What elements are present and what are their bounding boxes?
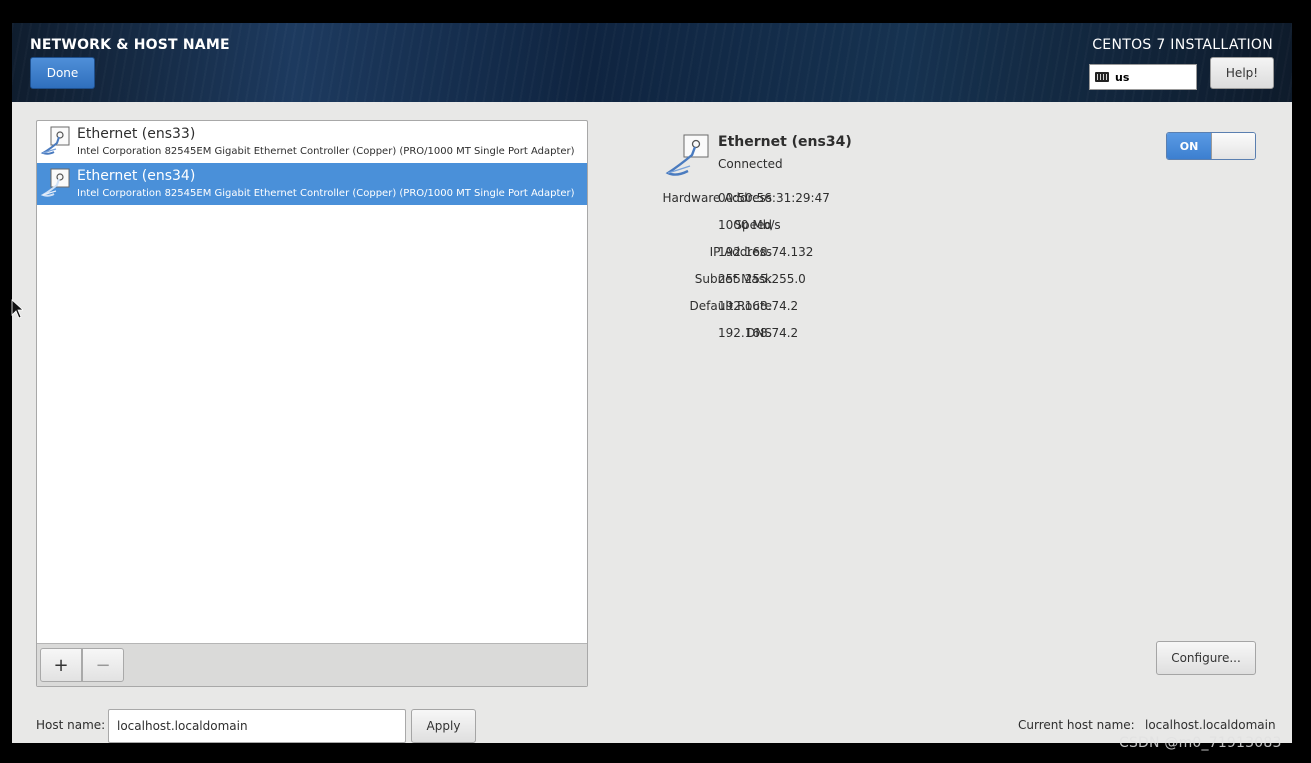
detail-value: 1000 Mb/s [718, 218, 781, 232]
add-device-button[interactable]: + [40, 648, 82, 682]
list-toolbar: + − [37, 643, 587, 686]
detail-row-speed: Speed 1000 Mb/s [572, 218, 1072, 236]
apply-button[interactable]: Apply [411, 709, 476, 743]
page-title: NETWORK & HOST NAME [30, 37, 230, 53]
done-button[interactable]: Done [30, 57, 95, 89]
list-item-ens33[interactable]: Ethernet (ens33) Intel Corporation 82545… [37, 121, 587, 163]
keyboard-layout-indicator[interactable]: us [1089, 64, 1197, 90]
device-on-off-toggle[interactable]: ON [1166, 132, 1256, 160]
network-wired-icon [40, 126, 70, 155]
detail-row-dns: DNS 192.168.74.2 [572, 326, 1072, 344]
remove-device-button[interactable]: − [82, 648, 124, 682]
toggle-knob[interactable] [1211, 133, 1255, 159]
configure-button[interactable]: Configure... [1156, 641, 1256, 675]
device-name: Ethernet (ens33) [77, 126, 196, 142]
device-description: Intel Corporation 82545EM Gigabit Ethern… [77, 188, 575, 199]
detail-row-subnet-mask: Subnet Mask 255.255.255.0 [572, 272, 1072, 290]
toggle-on-label: ON [1167, 133, 1211, 159]
current-hostname-value: localhost.localdomain [1145, 718, 1276, 732]
installer-screen: NETWORK & HOST NAME Done CENTOS 7 INSTAL… [12, 23, 1292, 743]
header-bar: NETWORK & HOST NAME Done CENTOS 7 INSTAL… [12, 23, 1292, 102]
install-title: CENTOS 7 INSTALLATION [1092, 37, 1273, 53]
device-title: Ethernet (ens34) [718, 134, 852, 150]
device-description: Intel Corporation 82545EM Gigabit Ethern… [77, 146, 575, 157]
watermark: CSDN @m0_71913083 [1119, 735, 1282, 751]
help-button[interactable]: Help! [1210, 57, 1274, 89]
detail-row-hardware-address: Hardware Address 00:50:56:31:29:47 [572, 191, 1072, 209]
list-item-ens34[interactable]: Ethernet (ens34) Intel Corporation 82545… [37, 163, 587, 205]
keyboard-icon [1095, 72, 1109, 82]
detail-row-default-route: Default Route 192.168.74.2 [572, 299, 1072, 317]
device-status: Connected [718, 157, 783, 171]
network-device-list: Ethernet (ens33) Intel Corporation 82545… [36, 120, 588, 687]
detail-value: 192.168.74.132 [718, 245, 814, 259]
detail-row-ip-address: IP Address 192.168.74.132 [572, 245, 1072, 263]
network-wired-icon [40, 168, 70, 197]
network-wired-icon [665, 134, 709, 176]
device-name: Ethernet (ens34) [77, 168, 196, 184]
hostname-label: Host name: [36, 718, 106, 732]
detail-value: 255.255.255.0 [718, 272, 806, 286]
detail-value: 192.168.74.2 [718, 326, 799, 340]
hostname-input[interactable] [108, 709, 406, 743]
mouse-pointer-icon [11, 299, 23, 319]
current-hostname-label: Current host name: [1018, 718, 1135, 732]
detail-value: 192.168.74.2 [718, 299, 799, 313]
detail-value: 00:50:56:31:29:47 [718, 191, 830, 205]
keyboard-layout-label: us [1115, 70, 1130, 84]
